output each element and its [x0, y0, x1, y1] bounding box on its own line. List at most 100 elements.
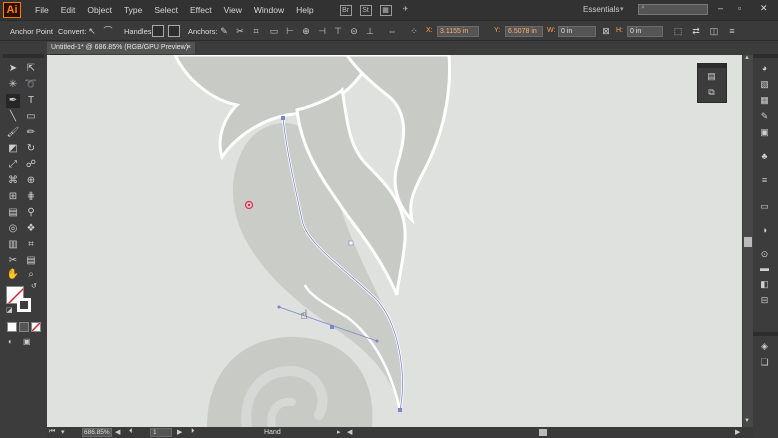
zoom-icon[interactable]: ⌕ [24, 268, 38, 282]
show-handles-button[interactable] [152, 25, 164, 37]
lasso-icon[interactable]: ➰ [24, 78, 38, 92]
gpu-performance-icon[interactable]: ✈ [400, 5, 412, 16]
magic-wand-icon[interactable]: ✳ [6, 78, 20, 92]
x-field[interactable]: 3.1155 in [437, 26, 479, 37]
first-artboard-icon[interactable]: ⏴ [129, 428, 133, 436]
stroke-swatch[interactable] [17, 298, 31, 312]
maximize-icon[interactable]: ▫ [738, 3, 741, 13]
perspective-grid-icon[interactable]: ⊞ [6, 190, 20, 204]
symbol-sprayer-icon[interactable]: ❖ [24, 222, 38, 236]
vertical-scrollbar[interactable]: ▲ ▼ [743, 55, 753, 427]
tab-close-icon[interactable]: × [187, 42, 191, 54]
pencil-icon[interactable]: ✏ [24, 126, 38, 140]
floating-panel-header[interactable] [698, 64, 726, 68]
selection-tool-icon[interactable]: ➤ [6, 62, 20, 76]
direct-selection-tool-icon[interactable]: ⇱ [24, 62, 38, 76]
isolate-group-icon[interactable]: ◫ [708, 25, 720, 37]
constrain-proportions-icon[interactable]: ⊠ [600, 25, 612, 37]
zoom-dropdown-icon[interactable]: ▾ [61, 428, 65, 436]
artboards-icon[interactable]: ▤ [705, 70, 718, 83]
gradient-mode-icon[interactable] [19, 322, 29, 332]
document-tab[interactable]: Untitled-1* @ 686.85% (RGB/GPU Preview) … [47, 42, 195, 54]
align-icon[interactable]: ▭ [268, 25, 280, 37]
menu-file[interactable]: File [29, 5, 55, 15]
line-tool-icon[interactable]: ╲ [6, 110, 20, 124]
color-guide-icon[interactable]: ▧ [758, 78, 771, 91]
pen-tool-icon[interactable]: ✒ [6, 94, 20, 108]
next-artboard-icon[interactable]: ▶ [177, 428, 182, 436]
brushes-icon[interactable]: ✎ [758, 110, 771, 123]
close-icon[interactable]: ✕ [760, 3, 768, 14]
type-tool-icon[interactable]: T [24, 94, 38, 108]
search-input[interactable] [638, 4, 708, 15]
mesh-icon[interactable]: ⋕ [24, 190, 38, 204]
transform-icon[interactable]: ⬚ [672, 25, 684, 37]
free-transform-icon[interactable]: ⌘ [6, 174, 20, 188]
horizontal-scroll-thumb[interactable] [539, 429, 547, 436]
panel-menu-icon[interactable]: ≡ [726, 25, 738, 37]
gradient-panel-icon[interactable]: ▭ [758, 200, 771, 213]
menu-edit[interactable]: Edit [55, 5, 82, 15]
hide-handles-button[interactable] [168, 25, 180, 37]
scroll-down-icon[interactable]: ▼ [744, 418, 750, 424]
graphic-styles-icon[interactable]: ▣ [758, 126, 771, 139]
scroll-up-icon[interactable]: ▲ [744, 55, 750, 61]
workspace-switcher[interactable]: Essentials [583, 5, 619, 14]
rectangle-tool-icon[interactable]: ▭ [24, 110, 38, 124]
swap-fill-stroke-icon[interactable]: ↺ [31, 282, 37, 290]
artboard-number-field[interactable]: 1 [150, 428, 172, 437]
distribute-icon[interactable]: ⇔ [386, 25, 398, 37]
color-icon[interactable]: ◕ [758, 62, 771, 75]
gradient-icon[interactable]: ▤ [6, 206, 20, 220]
rotate-icon[interactable]: ↻ [24, 142, 38, 156]
menu-object[interactable]: Object [81, 5, 118, 15]
swatches-icon[interactable]: ▦ [758, 94, 771, 107]
cut-path-icon[interactable]: ✂ [234, 25, 246, 37]
vertical-scroll-thumb[interactable] [744, 237, 752, 247]
stock-icon[interactable]: St [359, 4, 372, 16]
w-field[interactable]: 0 in [558, 26, 596, 37]
align-panel-icon[interactable]: ▬ [758, 262, 771, 275]
align-left-icon[interactable]: ⊢ [284, 25, 296, 37]
links-icon[interactable]: ⧉ [705, 86, 718, 99]
scroll-left-icon[interactable]: ◀ [347, 428, 352, 436]
hand-icon[interactable]: ✋ [6, 268, 20, 282]
appearance-icon[interactable]: ⊙ [758, 248, 771, 261]
last-artboard-icon[interactable]: ⏵ [191, 428, 195, 436]
minimize-icon[interactable]: – [718, 3, 723, 13]
layers-stack-icon[interactable]: ❏ [758, 356, 771, 369]
align-top-icon[interactable]: ⊤ [332, 25, 344, 37]
screen-mode-icon[interactable]: ▣ [23, 337, 31, 346]
artboard-icon[interactable]: ⌗ [24, 238, 38, 252]
shape-builder-icon[interactable]: ⊕ [24, 174, 38, 188]
artboard-canvas[interactable]: ☝ [47, 55, 742, 427]
menu-window[interactable]: Window [248, 5, 290, 15]
chevron-down-icon[interactable]: ▾ [620, 5, 624, 13]
transparency-icon[interactable]: ◑ [758, 224, 771, 237]
menu-effect[interactable]: Effect [184, 5, 218, 15]
h-field[interactable]: 0 in [627, 26, 663, 37]
none-mode-icon[interactable] [31, 322, 41, 332]
slice-icon[interactable]: ✂ [6, 254, 20, 268]
menu-help[interactable]: Help [290, 5, 319, 15]
scroll-right-icon[interactable]: ▶ [735, 428, 740, 436]
isolate-icon[interactable]: ⌗ [250, 25, 262, 37]
draw-mode-icon[interactable]: ◐ [8, 337, 13, 346]
column-graph-alt-icon[interactable]: ▤ [24, 254, 38, 268]
blend-icon[interactable]: ◎ [6, 222, 20, 236]
align-center-icon[interactable]: ⊕ [300, 25, 312, 37]
nav-first-icon[interactable]: ⏮ [49, 428, 55, 436]
menu-select[interactable]: Select [148, 5, 184, 15]
default-colors-icon[interactable]: ◪ [6, 306, 13, 314]
warp-icon[interactable]: ☍ [24, 158, 38, 172]
prev-artboard-icon[interactable]: ◀ [115, 428, 120, 436]
eraser-icon[interactable]: ◩ [6, 142, 20, 156]
menu-type[interactable]: Type [118, 5, 148, 15]
paintbrush-icon[interactable]: 🖌 [6, 126, 20, 140]
reference-point-icon[interactable]: ⁘ [408, 25, 420, 37]
color-mode-icon[interactable] [7, 322, 17, 332]
convert-corner-icon[interactable]: ↖ [86, 25, 98, 37]
zoom-field[interactable]: 686.85% [82, 428, 112, 437]
scale-icon[interactable]: ⤢ [6, 158, 20, 172]
align-bottom-icon[interactable]: ⊥ [364, 25, 376, 37]
